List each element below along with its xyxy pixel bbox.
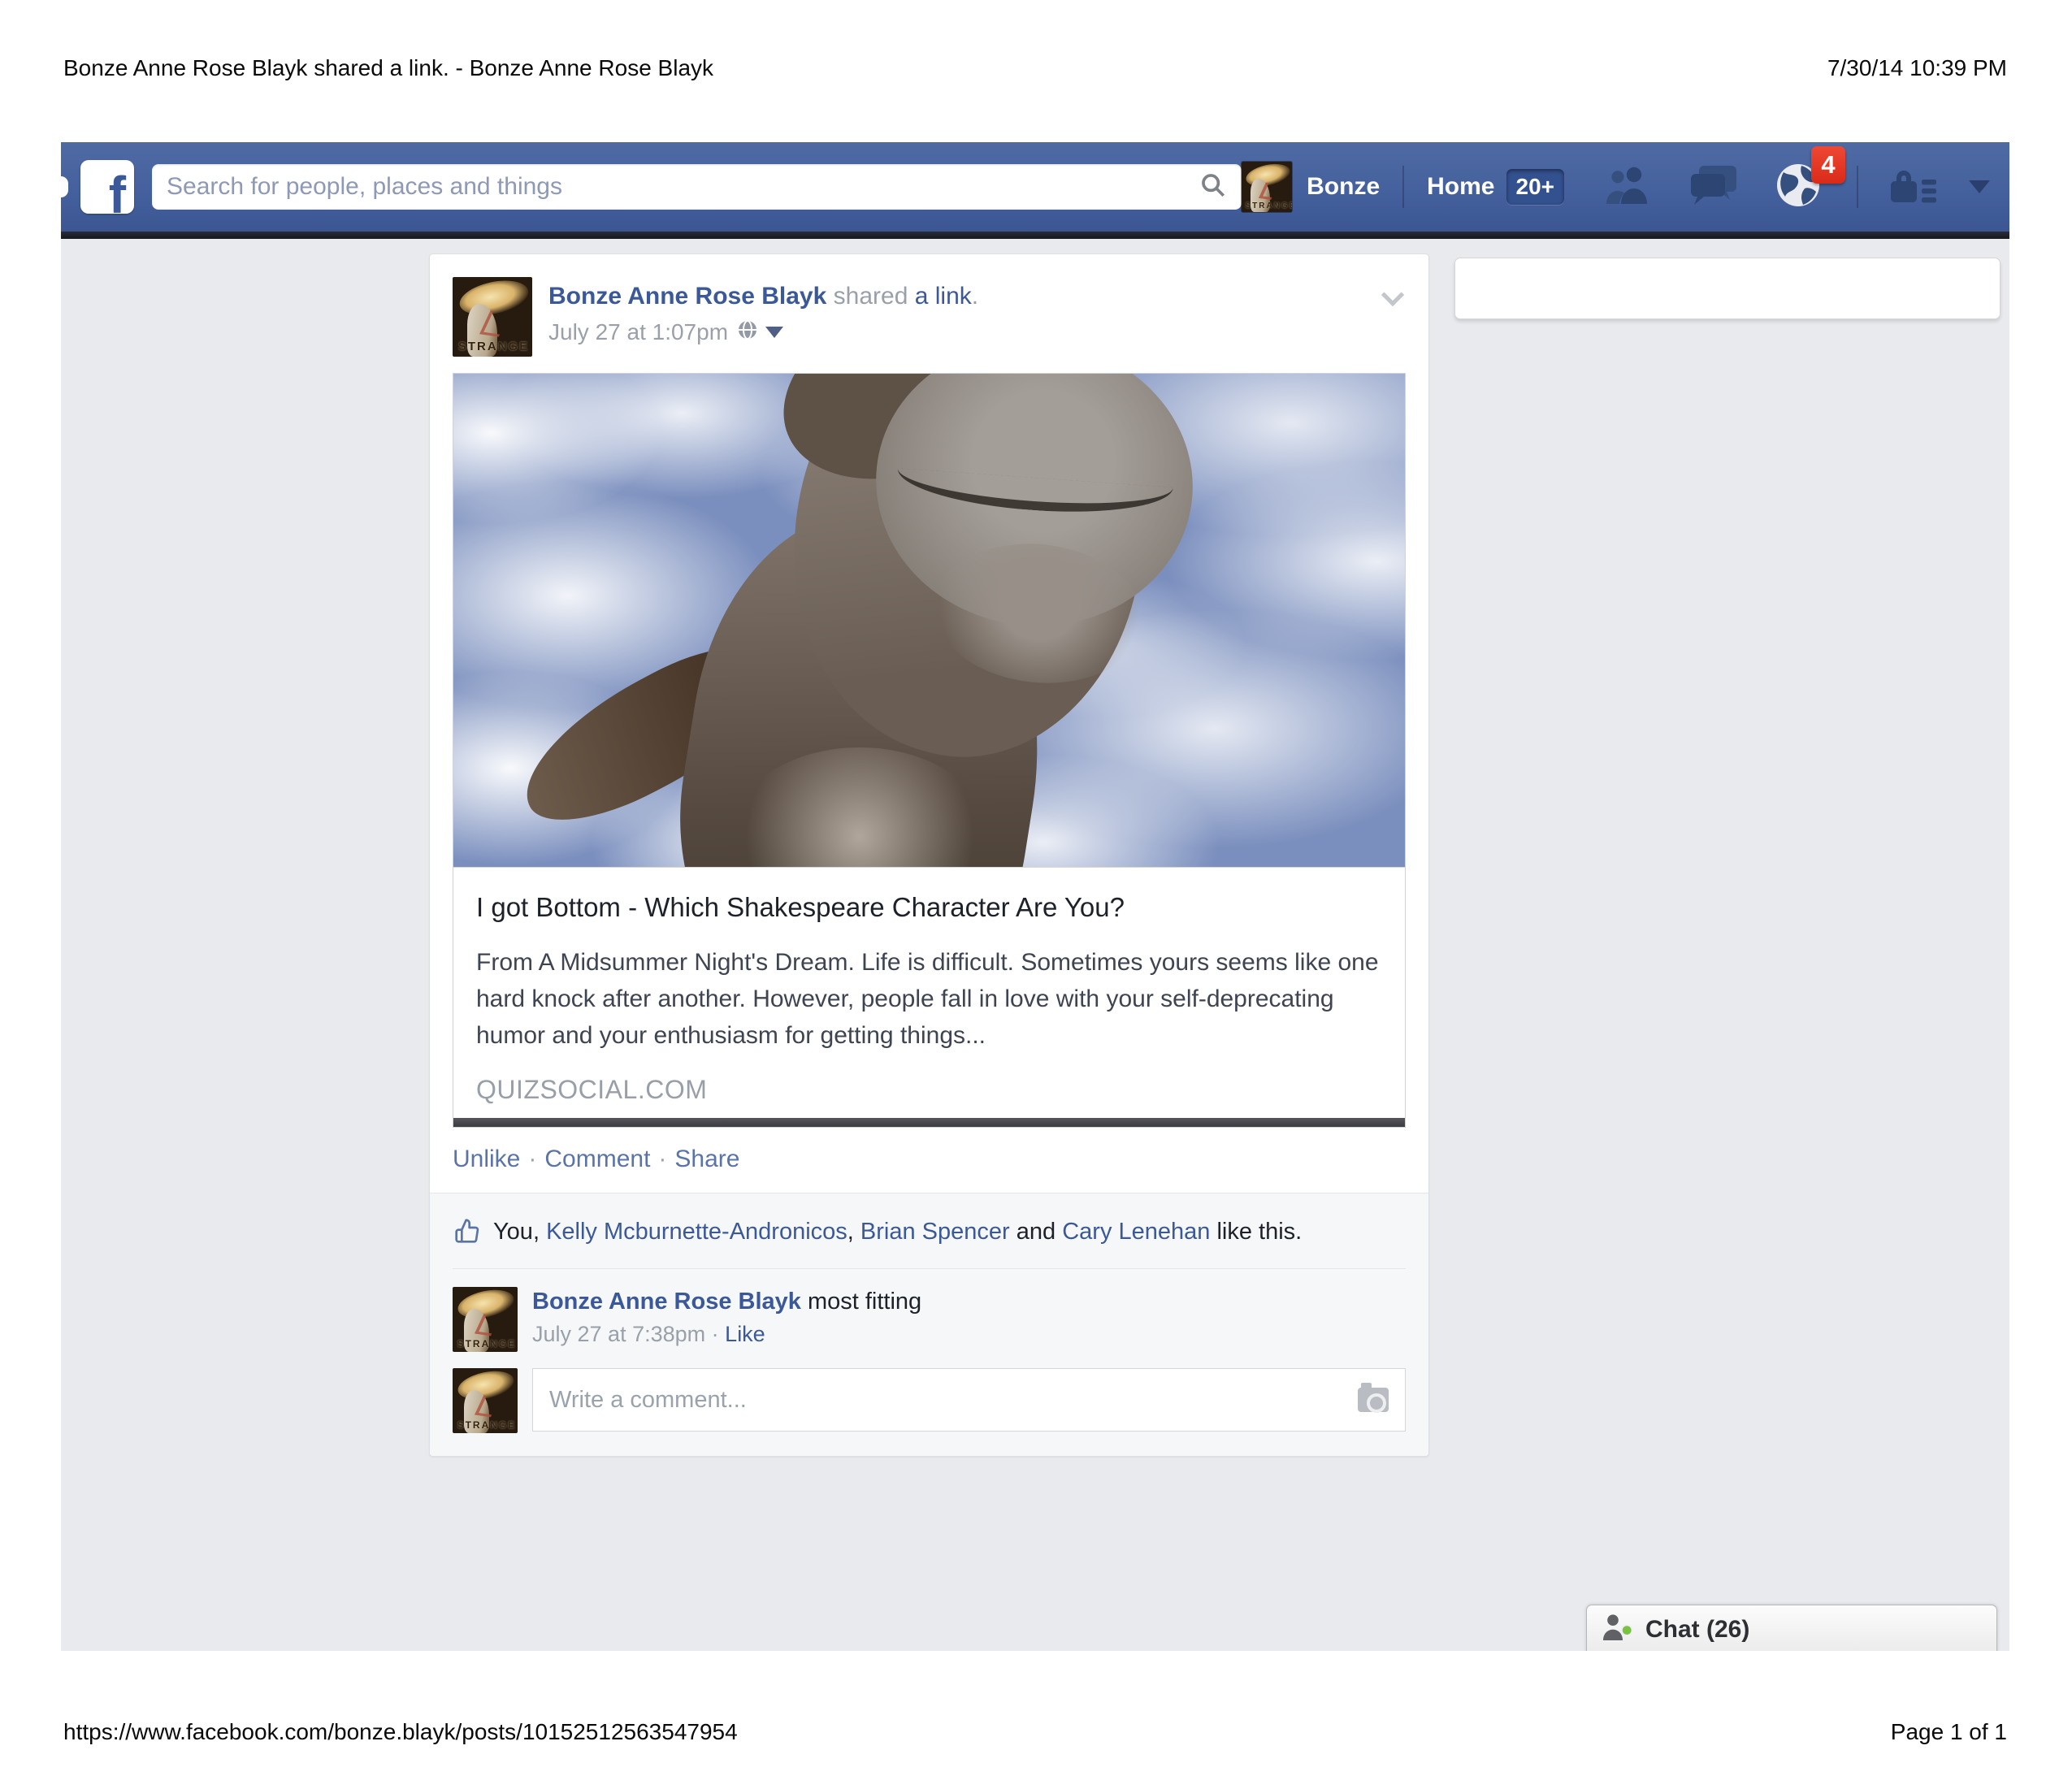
facebook-logo[interactable]: f [80,160,134,214]
chat-person-icon [1602,1613,1634,1646]
navbar-divider [1857,166,1858,208]
account-menu-button[interactable] [1969,180,1990,193]
liker-link-1[interactable]: Kelly Mcburnette-Andronicos [546,1219,847,1245]
post-byline: Bonze Anne Rose Blayk shared a link. [548,282,978,311]
like-and: and [1016,1219,1056,1245]
print-header-timestamp: 7/30/14 10:39 PM [1827,55,2007,81]
unlike-link[interactable]: Unlike [453,1146,520,1172]
attachment-bottom-shadow [453,1118,1405,1127]
print-footer-url: https://www.facebook.com/bonze.blayk/pos… [63,1719,738,1745]
privacy-shortcuts-button[interactable] [1889,165,1938,210]
comment-author-avatar[interactable]: STRANGE [453,1287,518,1352]
facebook-navbar: f STRANGE Bonze Home 20+ [61,142,2009,232]
screen-edge-notch [61,176,68,197]
print-page: { "colors": { "navbar_blue": "#4b67a1", … [0,0,2072,1776]
friend-requests-button[interactable] [1602,165,1652,210]
post-menu-chevron-icon[interactable] [1381,284,1404,306]
liker-link-3[interactable]: Cary Lenehan [1062,1219,1210,1245]
post-footer: You, Kelly Mcburnette-Andronicos, Brian … [430,1193,1428,1456]
avatar-caption: STRANGE [1245,201,1292,210]
like-summary: You, Kelly Mcburnette-Andronicos, Brian … [430,1193,1428,1268]
facebook-page: f STRANGE Bonze Home 20+ [61,142,2009,1651]
lock-icon [1889,165,1938,210]
comment-timestamp-link[interactable]: July 27 at 7:38pm [532,1322,705,1346]
print-footer-page-indicator: Page 1 of 1 [1891,1719,2007,1745]
link-title[interactable]: I got Bottom - Which Shakespeare Charact… [476,892,1382,923]
comment-link[interactable]: Comment [544,1146,650,1172]
link-preview-text: I got Bottom - Which Shakespeare Charact… [453,868,1405,1118]
navbar-divider [1402,166,1404,208]
search-input[interactable] [167,173,1199,201]
privacy-caret-icon[interactable] [765,327,783,338]
post-header: STRANGE Bonze Anne Rose Blayk shared a l… [430,254,1428,357]
search-bar[interactable] [152,164,1242,210]
post-period: . [972,283,978,310]
messages-button[interactable] [1689,164,1738,210]
comment-like-link[interactable]: Like [725,1322,765,1346]
post-timestamp-link[interactable]: July 27 at 1:07pm [548,319,728,345]
link-preview-image-donkey-sky[interactable] [453,374,1405,868]
avatar-caption: STRANGE [457,1419,517,1431]
like-you: You, [493,1219,540,1245]
right-column-box [1454,258,2000,319]
notification-count-badge[interactable]: 4 [1811,146,1845,184]
chat-label: Chat (26) [1645,1616,1749,1644]
navbar-right-cluster: STRANGE Bonze Home 20+ [1242,162,1990,212]
avatar-caption: STRANGE [457,1338,517,1349]
comment-text: most fitting [808,1289,921,1315]
profile-name-link[interactable]: Bonze [1307,173,1380,201]
post-author-link[interactable]: Bonze Anne Rose Blayk [548,283,826,310]
friend-requests-icon [1602,165,1652,210]
post-action-links: Unlike·Comment·Share [430,1128,1428,1193]
post-action-verb: shared [834,283,908,310]
home-notification-badge[interactable]: 20+ [1506,169,1565,205]
comment-input-box[interactable] [532,1368,1406,1432]
navbar-bottom-border [61,232,2009,239]
composer-avatar: STRANGE [453,1368,518,1433]
camera-icon[interactable] [1358,1388,1389,1412]
link-source-domain: QUIZSOCIAL.COM [476,1075,1382,1105]
profile-avatar[interactable]: STRANGE [1242,162,1292,212]
comment: STRANGE Bonze Anne Rose Blayk most fitti… [430,1269,1428,1352]
notifications-button[interactable]: 4 [1775,162,1821,212]
chat-bar[interactable]: Chat (26) [1586,1605,1997,1651]
print-header-title: Bonze Anne Rose Blayk shared a link. - B… [63,55,713,81]
home-link[interactable]: Home [1427,173,1494,201]
privacy-globe-icon[interactable] [738,319,757,345]
messages-icon [1689,164,1738,210]
liker-link-2[interactable]: Brian Spencer [860,1219,1010,1245]
post-author-avatar[interactable]: STRANGE [453,277,532,357]
share-link[interactable]: Share [674,1146,739,1172]
post-action-object-link[interactable]: a link [915,283,972,310]
avatar-caption: STRANGE [458,340,529,353]
thumbs-up-icon [454,1218,480,1244]
search-icon[interactable] [1199,171,1227,203]
post-card: STRANGE Bonze Anne Rose Blayk shared a l… [429,253,1429,1457]
comment-author-link[interactable]: Bonze Anne Rose Blayk [532,1289,801,1315]
shared-link-attachment[interactable]: I got Bottom - Which Shakespeare Charact… [453,373,1406,1128]
link-description: From A Midsummer Night's Dream. Life is … [476,944,1382,1054]
comment-composer: STRANGE [430,1352,1428,1456]
like-tail: like this. [1216,1219,1302,1245]
comment-input[interactable] [549,1387,1358,1414]
caret-down-icon [1969,180,1990,193]
